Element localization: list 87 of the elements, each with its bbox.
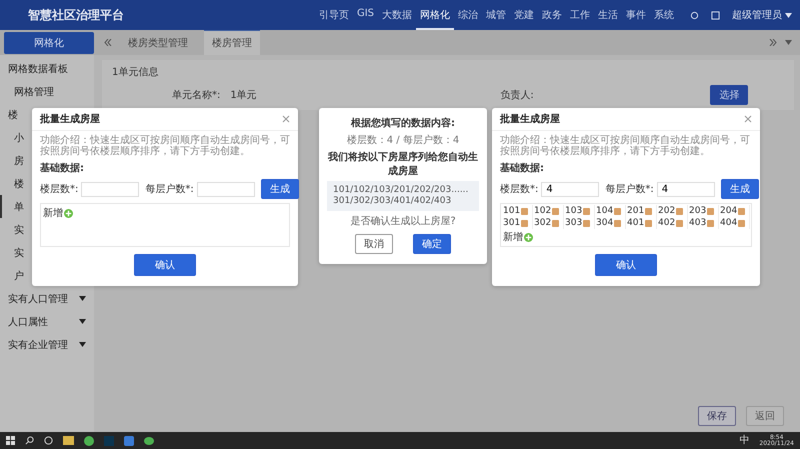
search-icon[interactable] [25, 436, 34, 445]
footer-button[interactable]: 保存 [698, 406, 736, 426]
room-number: 103 [565, 206, 582, 216]
room-number: 101 [503, 206, 520, 216]
add-icon[interactable] [524, 232, 533, 242]
dialog-title: 批量生成房屋 [40, 112, 100, 126]
scroll-right-icon[interactable] [769, 39, 777, 46]
add-label: 新增 [503, 230, 523, 244]
sidebar-item[interactable]: 网格管理 [0, 80, 94, 103]
room-number: 203 [689, 206, 706, 216]
room-number: 102 [534, 206, 552, 216]
nav-tab[interactable]: 政务 [538, 0, 566, 30]
generate-button[interactable]: 生成 [720, 179, 759, 199]
caret-icon [79, 319, 86, 324]
room-number: 202 [658, 206, 676, 216]
caret-icon [79, 296, 86, 301]
generate-button[interactable]: 生成 [260, 179, 299, 199]
nav-tab[interactable]: GIS [352, 0, 378, 30]
close-icon[interactable] [282, 115, 290, 123]
sidebar-item[interactable]: 网格数据看板 [0, 57, 94, 80]
nav-tab[interactable]: 系统 [650, 0, 678, 30]
message-text: 根据您填写的数据内容: [351, 116, 455, 130]
intro-text: 功能介绍：快速生成区可按房间顺序自动生成房间号，可按照房间号依楼层顺序排序，请下方手动创建。 [500, 135, 751, 157]
chat-icon[interactable] [144, 436, 155, 446]
nav-tab[interactable]: 大数据 [378, 0, 416, 30]
caret-icon [785, 40, 792, 45]
units-field[interactable] [196, 182, 255, 196]
nav-tab[interactable]: 党建 [510, 0, 538, 30]
field-label: 每层户数*: [605, 182, 654, 196]
sidebar-title: 网格化 [4, 32, 94, 54]
sidebar-item[interactable]: 实有企业管理 [0, 333, 94, 356]
field-label: 楼层数*: [40, 182, 78, 196]
sidebar-item[interactable]: 实有人口管理 [0, 287, 94, 310]
user-menu[interactable]: 超级管理员 [732, 8, 782, 22]
section-title: 1单元信息 [112, 66, 160, 79]
close-icon[interactable] [744, 115, 752, 123]
ok-button[interactable]: 确定 [413, 234, 451, 254]
room-number: 402 [658, 218, 676, 228]
scroll-left-icon[interactable] [104, 39, 112, 46]
field-label: 单元名称*: [172, 88, 220, 102]
nav-tab[interactable]: 综治 [454, 0, 482, 30]
room-number: 304 [596, 218, 614, 228]
field-label: 每层户数*: [145, 182, 194, 196]
field-label: 负责人: [500, 88, 535, 102]
confirm-button[interactable]: 确认 [595, 254, 657, 276]
select-button[interactable]: 选择 [710, 85, 748, 105]
room-number: 301 [503, 218, 520, 228]
confirm-button[interactable]: 确认 [134, 254, 196, 276]
sidebar-item[interactable]: 人口属性 [0, 310, 94, 333]
floors-field[interactable]: 4 [541, 182, 600, 196]
units-field[interactable]: 4 [656, 182, 715, 196]
room-number: 404 [720, 218, 738, 228]
field-label: 楼层数*: [500, 182, 538, 196]
app-title: 智慧社区治理平台 [28, 6, 125, 24]
room-number: 403 [689, 218, 706, 228]
add-label: 新增 [43, 206, 63, 220]
circle-icon[interactable] [44, 436, 53, 445]
nav-tab[interactable]: 工作 [566, 0, 594, 30]
nav-tab[interactable]: 事件 [622, 0, 650, 30]
room-number: 204 [720, 206, 738, 216]
nav-tab[interactable]: 引导页 [314, 0, 353, 30]
room-number: 201 [627, 206, 644, 216]
message-text: 我们将按以下房屋序列给您自动生成房屋 [327, 150, 479, 178]
room-number: 104 [596, 206, 614, 216]
question-text: 是否确认生成以上房屋? [350, 214, 456, 228]
section-label: 基础数据: [40, 162, 85, 175]
page-tab[interactable]: 楼房类型管理 [120, 30, 196, 55]
name-value: 1单元 [230, 88, 258, 102]
caret-icon [785, 12, 792, 18]
section-label: 基础数据: [500, 162, 545, 175]
ime-indicator[interactable]: 中 [739, 436, 750, 446]
footer-button[interactable]: 返回 [746, 406, 784, 426]
caret-icon [79, 342, 86, 347]
page-tab[interactable]: 楼房管理 [204, 30, 260, 55]
room-number: 303 [565, 218, 582, 228]
sequence-text: 101/102/103/201/202/203......301/302/303/401/402/403 [327, 181, 479, 211]
nav-tab[interactable]: 生活 [594, 0, 622, 30]
add-icon[interactable] [64, 208, 73, 218]
dialog-title: 批量生成房屋 [500, 112, 560, 126]
room-number: 302 [534, 218, 552, 228]
cancel-button[interactable]: 取消 [355, 234, 393, 254]
message-text: 楼层数：4 / 每层户数：4 [346, 134, 460, 147]
floors-field[interactable] [81, 182, 140, 196]
intro-text: 功能介绍：快速生成区可按房间顺序自动生成房间号，可按照房间号依楼层顺序排序，请下方手动创建。 [40, 135, 290, 157]
nav-tab[interactable]: 城管 [482, 0, 510, 30]
windows-icon[interactable] [6, 436, 15, 445]
room-number: 401 [627, 218, 644, 228]
